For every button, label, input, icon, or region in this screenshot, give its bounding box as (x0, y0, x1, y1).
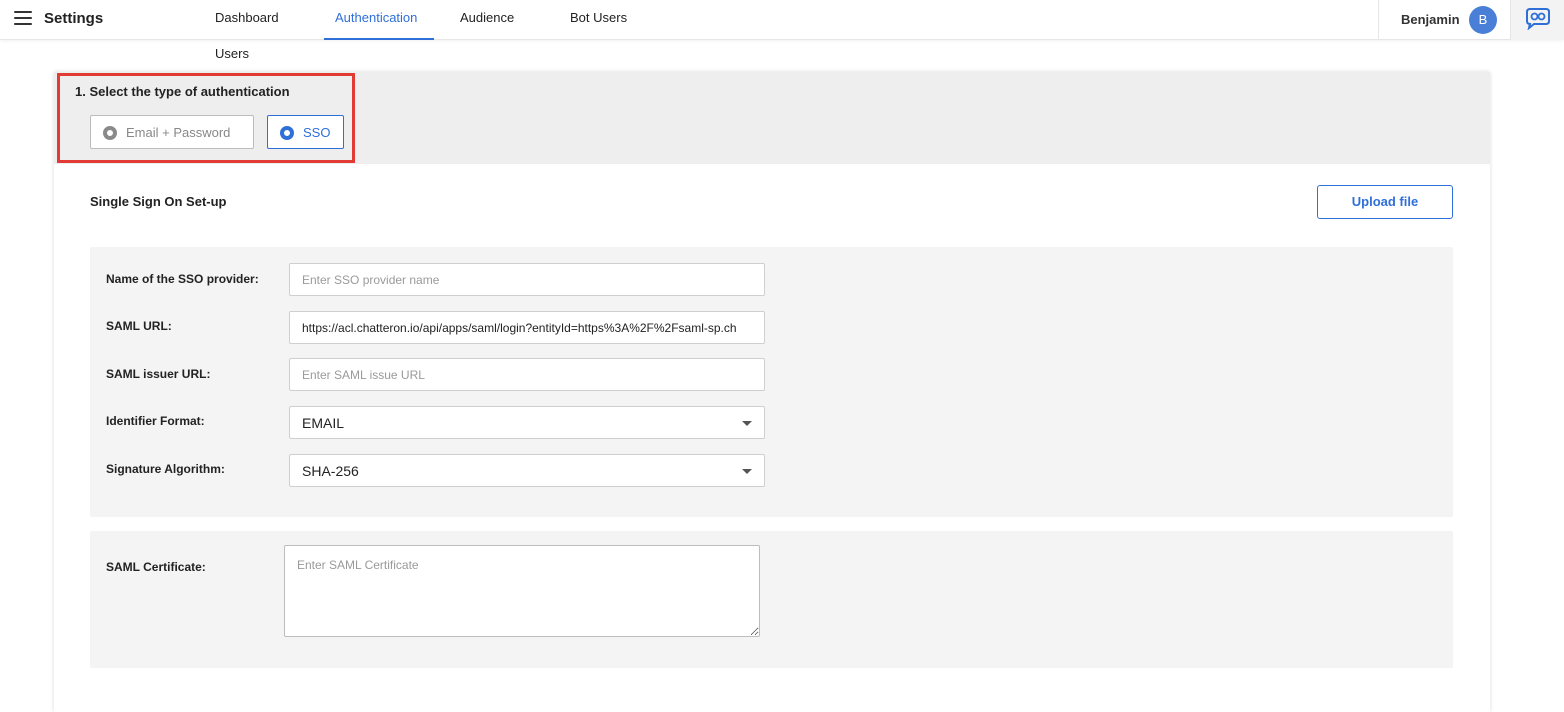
email-password-label: Email + Password (126, 125, 231, 140)
dropdown-arrow-icon (742, 421, 752, 426)
saml-certificate-label: SAML Certificate: (106, 560, 206, 574)
auth-type-section: 1. Select the type of authentication Ema… (54, 72, 1490, 164)
sso-form: Name of the SSO provider: SAML URL: SAML… (90, 247, 1453, 517)
radio-unselected-icon (103, 126, 117, 140)
identifier-format-label: Identifier Format: (106, 414, 205, 428)
page-title: Settings (44, 10, 104, 27)
hamburger-menu-icon[interactable] (14, 11, 32, 25)
provider-name-input[interactable] (289, 263, 765, 296)
user-name: Benjamin (1401, 12, 1460, 27)
tab-dashboard-users[interactable]: Dashboard Users (204, 0, 324, 61)
saml-issuer-url-input[interactable] (289, 358, 765, 391)
sso-label: SSO (303, 125, 331, 140)
saml-url-label: SAML URL: (106, 319, 172, 333)
top-bar: Settings Dashboard Users Authentication … (0, 0, 1564, 61)
upload-file-button[interactable]: Upload file (1317, 185, 1453, 219)
saml-certificate-textarea[interactable] (284, 545, 760, 637)
app-logo (1510, 0, 1564, 40)
identifier-format-value: EMAIL (302, 415, 345, 431)
auth-type-title: 1. Select the type of authentication (75, 84, 290, 99)
email-password-radio[interactable]: Email + Password (90, 115, 254, 149)
dropdown-arrow-icon (742, 469, 752, 474)
identifier-format-select[interactable]: EMAIL (289, 406, 765, 439)
tab-authentication[interactable]: Authentication (324, 0, 434, 40)
signature-algorithm-value: SHA-256 (302, 463, 359, 479)
provider-name-label: Name of the SSO provider: (106, 272, 259, 286)
settings-panel: 1. Select the type of authentication Ema… (54, 72, 1490, 712)
signature-algorithm-label: Signature Algorithm: (106, 462, 225, 476)
sso-radio[interactable]: SSO (267, 115, 344, 149)
tab-bot-users[interactable]: Bot Users (544, 0, 654, 40)
sso-setup-title: Single Sign On Set-up (90, 194, 227, 209)
saml-url-input[interactable] (289, 311, 765, 344)
tab-bar: Dashboard Users Authentication Audience … (204, 0, 654, 61)
saml-issuer-url-label: SAML issuer URL: (106, 367, 211, 381)
certificate-section: SAML Certificate: (90, 531, 1453, 668)
chat-logo-icon (1526, 8, 1550, 30)
signature-algorithm-select[interactable]: SHA-256 (289, 454, 765, 487)
avatar[interactable]: B (1469, 6, 1497, 34)
tab-audience[interactable]: Audience (434, 0, 544, 40)
radio-selected-icon (280, 126, 294, 140)
user-menu[interactable]: Benjamin B (1378, 0, 1508, 40)
